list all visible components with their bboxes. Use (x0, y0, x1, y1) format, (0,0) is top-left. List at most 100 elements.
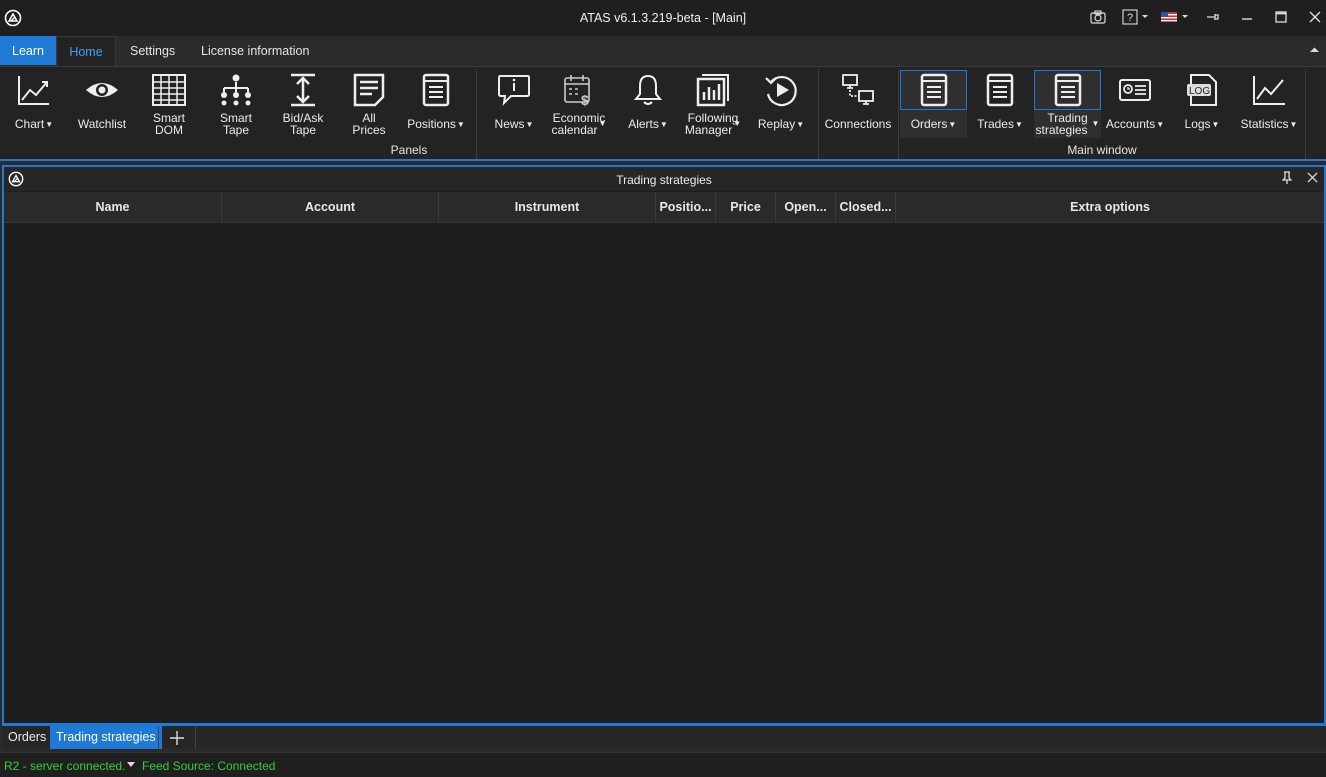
watchlist-button[interactable]: Watchlist (72, 70, 132, 138)
panel-header: Trading strategies (4, 167, 1324, 191)
replay-icon (763, 70, 799, 110)
document-list-icon (353, 70, 385, 110)
chart-icon (16, 70, 52, 110)
ribbon-tabs: Learn Home Settings License information (0, 36, 1326, 67)
minimize-icon[interactable] (1238, 6, 1256, 28)
separator (476, 69, 477, 159)
alerts-button[interactable]: Alerts▼ (620, 70, 676, 138)
column-header-name[interactable]: Name (4, 192, 222, 223)
calendar-dollar-icon: $ (563, 70, 595, 110)
news-label: News (494, 117, 525, 131)
orders-button[interactable]: Orders▼ (900, 70, 967, 138)
orders-label: Orders (910, 117, 948, 131)
following-manager-button[interactable]: Following Manager▼ (680, 70, 746, 138)
speech-bubble-icon (497, 70, 531, 110)
help-icon[interactable]: ? (1122, 6, 1152, 28)
econ-label-2: calendar (551, 123, 598, 137)
title-bar: ATAS v6.1.3.219-beta - [Main] ? (0, 0, 1326, 36)
replay-button[interactable]: Replay▼ (752, 70, 810, 138)
doc-tab-orders[interactable]: Orders (2, 726, 52, 749)
line-chart-icon (1251, 70, 1287, 110)
logs-label: Logs (1184, 117, 1211, 131)
log-badge: LOG (1189, 86, 1210, 97)
vertical-arrows-icon (288, 70, 318, 110)
group-label-panels: Panels (390, 143, 428, 157)
close-icon[interactable] (1306, 6, 1324, 28)
bell-icon (633, 70, 663, 110)
server-status: R2 - server connected. (4, 759, 126, 773)
news-button[interactable]: News▼ (488, 70, 540, 138)
positions-icon (422, 70, 450, 110)
statistics-label: Statistics (1240, 117, 1289, 131)
tab-settings[interactable]: Settings (118, 36, 187, 66)
close-icon[interactable] (1307, 172, 1318, 183)
trading-strategies-panel: Trading strategies Name Account Instrume… (2, 165, 1326, 724)
chart-label: Chart (14, 117, 45, 131)
smart-tape-button[interactable]: Smart Tape (207, 70, 265, 138)
replay-label: Replay (757, 117, 796, 131)
maximize-icon[interactable] (1272, 6, 1290, 28)
column-header-price[interactable]: Price (716, 192, 776, 223)
column-header-extra-options[interactable]: Extra options (896, 192, 1324, 223)
trades-icon (986, 70, 1014, 110)
accounts-button[interactable]: Accounts▼ (1104, 70, 1166, 138)
all-prices-button[interactable]: All Prices (342, 70, 396, 138)
smart-tape-label-2: Tape (222, 123, 250, 137)
strategies-label-2: strategies (1035, 123, 1088, 137)
tab-learn[interactable]: Learn (0, 36, 56, 65)
logs-button[interactable]: LOG Logs▼ (1174, 70, 1230, 138)
log-file-icon: LOG (1185, 70, 1219, 110)
tab-home[interactable]: Home (56, 36, 116, 67)
grid-header: Name Account Instrument Positio... Price… (4, 192, 1324, 223)
add-tab-button[interactable] (158, 726, 196, 749)
statistics-button[interactable]: Statistics▼ (1236, 70, 1302, 138)
document-tabs: Orders Trading strategies (2, 723, 1326, 749)
grid-icon (152, 70, 186, 110)
connections-button[interactable]: Connections (822, 70, 894, 138)
column-header-account[interactable]: Account (222, 192, 439, 223)
smart-dom-button[interactable]: Smart DOM (140, 70, 198, 138)
hierarchy-icon (219, 70, 253, 110)
positions-button[interactable]: Positions▼ (404, 70, 468, 138)
bid-ask-label-2: Tape (289, 123, 317, 137)
plus-icon (170, 731, 184, 745)
column-header-closed[interactable]: Closed... (836, 192, 896, 223)
following-label-2: Manager (684, 123, 733, 137)
tab-license-information[interactable]: License information (189, 36, 321, 66)
ribbon: Chart▼ Watchlist Smart DOM Smart Tape Bi… (0, 66, 1326, 161)
collapse-ribbon-icon[interactable] (1310, 47, 1319, 53)
camera-icon[interactable] (1088, 6, 1108, 28)
group-label-main-window: Main window (1067, 143, 1137, 157)
pin-icon[interactable] (1204, 6, 1222, 28)
alerts-label: Alerts (628, 117, 659, 131)
trades-label: Trades (977, 117, 1014, 131)
smart-dom-label-2: DOM (155, 123, 183, 137)
chevron-down-icon[interactable] (127, 762, 135, 768)
doc-tab-trading-strategies[interactable]: Trading strategies (50, 726, 162, 749)
column-header-open[interactable]: Open... (776, 192, 836, 223)
economic-calendar-button[interactable]: $ Economic calendar▼ (546, 70, 612, 138)
bid-ask-tape-button[interactable]: Bid/Ask Tape (274, 70, 332, 138)
eye-icon (84, 70, 120, 110)
accounts-label: Accounts (1105, 117, 1156, 131)
feed-status: Feed Source: Connected (142, 759, 276, 773)
panel-title: Trading strategies (616, 173, 712, 187)
column-header-position[interactable]: Positio... (656, 192, 716, 223)
id-card-icon (1118, 70, 1152, 110)
separator (818, 69, 819, 159)
svg-text:$: $ (581, 92, 589, 107)
positions-label: Positions (407, 117, 456, 131)
watchlist-label: Watchlist (77, 117, 127, 131)
all-prices-label-2: Prices (352, 123, 386, 137)
connections-label: Connections (824, 117, 892, 131)
orders-icon (900, 70, 967, 110)
trading-strategies-icon (1034, 70, 1101, 110)
separator (1305, 69, 1306, 159)
chart-button[interactable]: Chart▼ (8, 70, 60, 138)
pin-icon[interactable] (1282, 171, 1292, 185)
us-flag-icon[interactable] (1160, 6, 1192, 28)
column-header-instrument[interactable]: Instrument (439, 192, 656, 223)
following-manager-icon (696, 70, 730, 110)
trades-button[interactable]: Trades▼ (970, 70, 1030, 138)
trading-strategies-button[interactable]: Trading strategies ▼ (1034, 70, 1101, 138)
